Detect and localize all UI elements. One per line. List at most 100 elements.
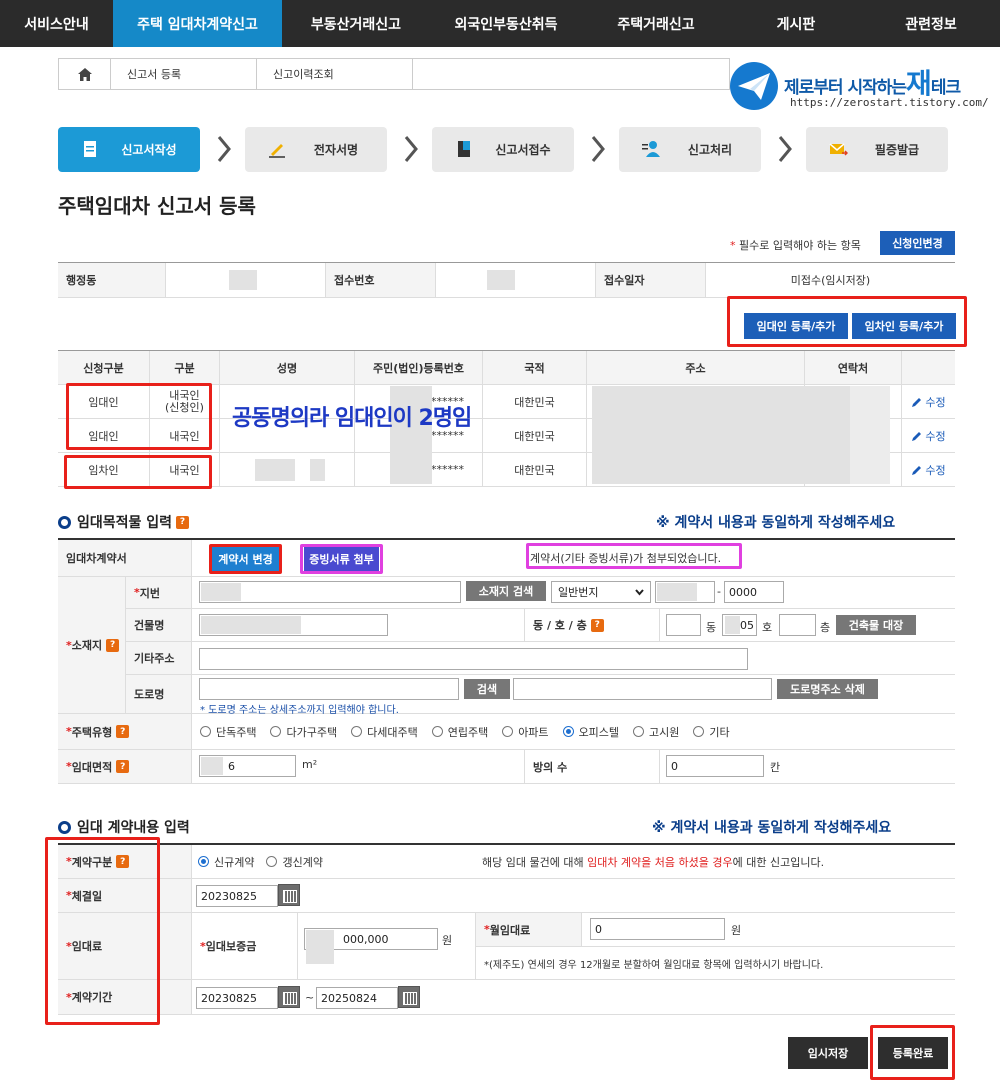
dash-separator: - [717, 585, 721, 598]
signed-date-input[interactable]: 20230825 [196, 885, 278, 907]
step-write: 신고서작성 [58, 127, 200, 172]
etc-address-input[interactable] [199, 648, 748, 670]
ho-unit: 호 [762, 621, 773, 634]
road-search-button[interactable]: 검색 [464, 679, 510, 699]
rooms-input[interactable]: 0 [666, 755, 764, 777]
floor-unit: 층 [820, 621, 831, 634]
calendar-icon[interactable] [278, 986, 300, 1008]
top-nav: 서비스안내 주택 임대차계약신고 부동산거래신고 외국인부동산취득 주택거래신고… [0, 0, 1000, 47]
chevron-right-icon [778, 136, 792, 162]
sub-nav: 신고서 등록 신고이력조회 [58, 58, 730, 90]
period-start-input[interactable]: 20230825 [196, 987, 278, 1009]
receipt-date-label: 접수일자 [596, 263, 706, 298]
house-type-option[interactable]: 아파트 [502, 724, 549, 740]
party-nation: 대한민국 [483, 453, 587, 487]
highlight-box [66, 383, 212, 450]
change-applicant-button[interactable]: 신청인변경 [880, 231, 955, 255]
contract-note: ※ 계약서 내용과 동일하게 작성해주세요 [652, 820, 892, 836]
house-type-option[interactable]: 다세대주택 [351, 724, 418, 740]
nav-related-info[interactable]: 관련정보 [862, 0, 1000, 47]
receipt-no-value [436, 263, 596, 298]
blog-logo: 제로부터 시작하는재테크 https://zerostart.tistory.c… [728, 60, 989, 115]
nav-foreigner-acquisition[interactable]: 외국인부동산취득 [430, 0, 582, 47]
edit-link[interactable]: 수정 [911, 462, 946, 478]
home-button[interactable] [59, 59, 111, 89]
redacted-block [229, 270, 257, 290]
delete-road-address-button[interactable]: 도로명주소 삭제 [777, 679, 878, 699]
radio-icon [693, 725, 705, 737]
required-note: * 필수로 입력해야 하는 항목 [730, 239, 861, 252]
etc-address-label: 기타주소 [126, 642, 192, 675]
help-icon[interactable]: ? [116, 760, 130, 773]
contract-type-renew[interactable]: 갱신계약 [266, 854, 323, 870]
nav-board[interactable]: 게시판 [730, 0, 862, 47]
house-type-option[interactable]: 다가구주택 [270, 724, 337, 740]
lot-type-select[interactable]: 일반번지 [551, 581, 651, 603]
edit-link[interactable]: 수정 [911, 428, 946, 444]
help-icon[interactable]: ? [590, 618, 604, 632]
temp-save-button[interactable]: 임시저장 [788, 1037, 868, 1069]
calendar-icon[interactable] [398, 986, 420, 1008]
circle-icon [58, 820, 71, 834]
help-icon[interactable]: ? [116, 725, 130, 738]
property-note: ※ 계약서 내용과 동일하게 작성해주세요 [656, 515, 896, 531]
nav-service-info[interactable]: 서비스안내 [0, 0, 113, 47]
redacted-block [725, 616, 740, 634]
contract-type-options: 신규계약 갱신계약 해당 임대 물건에 대해 임대차 계약을 처음 하셨을 경우… [192, 845, 955, 879]
radio-icon [270, 725, 282, 737]
parties-header-name: 성명 [220, 351, 355, 385]
address-search-button[interactable]: 소재지 검색 [466, 581, 546, 601]
help-icon[interactable]: ? [176, 515, 190, 529]
road-input[interactable] [199, 678, 459, 700]
edit-icon [912, 431, 922, 441]
chevron-right-icon [591, 136, 605, 162]
building-register-button[interactable]: 건축물 대장 [836, 615, 916, 635]
deposit-label: * 임대보증금 [192, 913, 298, 980]
step-sign: 전자서명 [245, 127, 387, 172]
house-type-option[interactable]: 기타 [693, 724, 730, 740]
chevron-down-icon [635, 589, 644, 596]
house-type-options: 단독주택 다가구주택 다세대주택 연립주택 아파트 오피스텔 고시원 기타 [192, 714, 955, 750]
receipt-date-value: 미접수(임시저장) [706, 263, 955, 298]
rooms-unit: 칸 [770, 761, 781, 774]
dong-unit: 동 [706, 621, 717, 634]
property-section-title: 임대목적물 입력? [58, 512, 190, 532]
deposit-unit: 원 [442, 934, 453, 947]
house-type-option-selected[interactable]: 오피스텔 [562, 724, 619, 740]
period-end-input[interactable]: 20250824 [316, 987, 398, 1009]
subnav-history[interactable]: 신고이력조회 [257, 59, 413, 89]
radio-icon [351, 725, 363, 737]
nav-lease-report[interactable]: 주택 임대차계약신고 [113, 0, 282, 47]
road-result-input[interactable] [513, 678, 772, 700]
monthly-rent-input[interactable]: 0 [590, 918, 725, 940]
party-nation: 대한민국 [483, 385, 587, 419]
blog-url: https://zerostart.tistory.com/ [790, 96, 989, 109]
edit-link[interactable]: 수정 [911, 394, 946, 410]
lot-sub-input[interactable]: 0000 [724, 581, 784, 603]
dong-input[interactable] [666, 614, 701, 636]
parties-header-type: 구분 [150, 351, 220, 385]
parties-header-contact: 연락처 [805, 351, 902, 385]
rooms-label: 방의 수 [525, 750, 660, 784]
contract-type-new[interactable]: 신규계약 [198, 854, 254, 870]
radio-icon [431, 725, 443, 737]
highlight-box [209, 544, 282, 574]
area-unit: m² [302, 758, 318, 771]
admin-dong-label: 행정동 [58, 263, 166, 298]
road-label: 도로명 [126, 675, 192, 714]
nav-housing-report[interactable]: 주택거래신고 [582, 0, 730, 47]
parties-header-address: 주소 [587, 351, 805, 385]
nav-real-estate-report[interactable]: 부동산거래신고 [282, 0, 430, 47]
parties-header-role: 신청구분 [58, 351, 150, 385]
parties-header-id: 주민(법인)등록번호 [355, 351, 483, 385]
floor-input[interactable] [779, 614, 816, 636]
house-type-option[interactable]: 연립주택 [431, 724, 488, 740]
house-type-option[interactable]: 단독주택 [200, 724, 256, 740]
monthly-rent-label: * 월임대료 [476, 913, 582, 947]
house-type-option[interactable]: 고시원 [633, 724, 679, 740]
period-tilde: ~ [305, 991, 315, 1004]
subnav-register[interactable]: 신고서 등록 [111, 59, 257, 89]
help-icon[interactable]: ? [106, 638, 120, 652]
calendar-icon[interactable] [278, 884, 300, 906]
highlight-box [64, 455, 212, 489]
